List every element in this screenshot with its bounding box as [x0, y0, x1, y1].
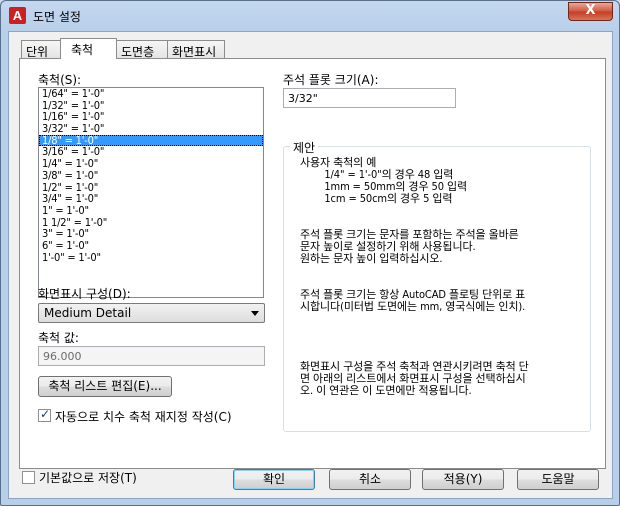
scale-list-label: 축척(S):	[38, 73, 82, 87]
save-default-label[interactable]: 기본값으로 저장(T)	[39, 469, 137, 486]
scale-listbox[interactable]: 1/64" = 1'-0" 1/32" = 1'-0" 1/16" = 1'-0" 3…	[38, 87, 264, 298]
suggestion-text: 사용자 축척의 예 1/4" = 1'-0"의 경우 48 입력 1mm = 5…	[300, 157, 529, 397]
cancel-button[interactable]: 취소	[329, 469, 411, 490]
tab-layers[interactable]: 도면층	[116, 40, 168, 59]
chevron-down-icon	[251, 311, 259, 316]
suggestion-line: 원하는 문자 높이 입력하십시오.	[300, 252, 443, 265]
suggestion-line	[300, 325, 529, 337]
scale-list-item[interactable]: 1'-0" = 1'-0"	[39, 251, 263, 264]
suggestion-line: 오. 이 연관은 이 도면에만 적용됩니다.	[300, 384, 472, 397]
scale-list-item[interactable]: 1/64" = 1'-0"	[39, 88, 263, 100]
suggestion-group: 제안 사용자 축척의 예 1/4" = 1'-0"의 경우 48 입력 1mm …	[283, 139, 591, 432]
edit-scale-list-button[interactable]: 축척 리스트 편집(E)...	[38, 376, 172, 397]
auto-rescale-checkbox[interactable]	[38, 407, 51, 422]
close-button[interactable]: X	[568, 2, 613, 21]
ok-button[interactable]: 확인	[233, 469, 315, 490]
dialog-window: A 도면 설정 X 단위 축척 도면층 화면표시 축척(S): 1/64" = …	[0, 0, 620, 506]
save-default-checkbox[interactable]	[22, 471, 35, 484]
scale-value-label: 축척 값:	[38, 331, 79, 345]
suggestion-line	[300, 205, 529, 217]
help-button[interactable]: 도움말	[517, 469, 599, 490]
title-bar[interactable]: A 도면 설정 X	[1, 1, 619, 31]
display-config-label: 화면표시 구성(D):	[38, 287, 131, 301]
display-config-value: Medium Detail	[44, 306, 132, 320]
tab-scale[interactable]: 축척	[60, 38, 117, 59]
scale-list-item[interactable]: 3/32" = 1'-0"	[39, 123, 263, 135]
scale-value-field: 96.000	[38, 346, 265, 366]
scale-list-item[interactable]: 6" = 1'-0"	[39, 240, 263, 252]
scale-list-item[interactable]: 1" = 1'-0"	[39, 205, 263, 217]
display-config-dropdown[interactable]: Medium Detail	[38, 303, 265, 323]
dialog-client-area: 단위 축척 도면층 화면표시 축척(S): 1/64" = 1'-0" 1/32"…	[8, 31, 613, 499]
tab-display[interactable]: 화면표시	[167, 40, 225, 59]
suggestion-line: 1cm = 50cm의 경우 5 입력	[300, 192, 453, 205]
suggestion-line	[300, 337, 529, 349]
annotation-plot-size-input[interactable]: 3/32"	[283, 88, 456, 108]
auto-rescale-label[interactable]: 자동으로 치수 축척 재지정 작성(C)	[55, 408, 232, 425]
tab-units[interactable]: 단위	[21, 40, 61, 59]
annotation-plot-size-label: 주석 플롯 크기(A):	[283, 73, 379, 87]
autocad-app-icon: A	[9, 7, 26, 24]
suggestion-line	[300, 265, 529, 277]
apply-button[interactable]: 적용(Y)	[422, 469, 504, 490]
scale-tab-panel: 축척(S): 1/64" = 1'-0" 1/32" = 1'-0" 1/16" =…	[19, 58, 606, 469]
scale-list-item[interactable]: 3/8" = 1'-0"	[39, 170, 263, 182]
suggestion-group-title: 제안	[290, 139, 319, 156]
window-title: 도면 설정	[33, 10, 81, 24]
suggestion-line: 시합니다(미터법 도면에는 mm, 영국식에는 인치).	[300, 300, 526, 313]
suggestion-line	[300, 313, 529, 325]
